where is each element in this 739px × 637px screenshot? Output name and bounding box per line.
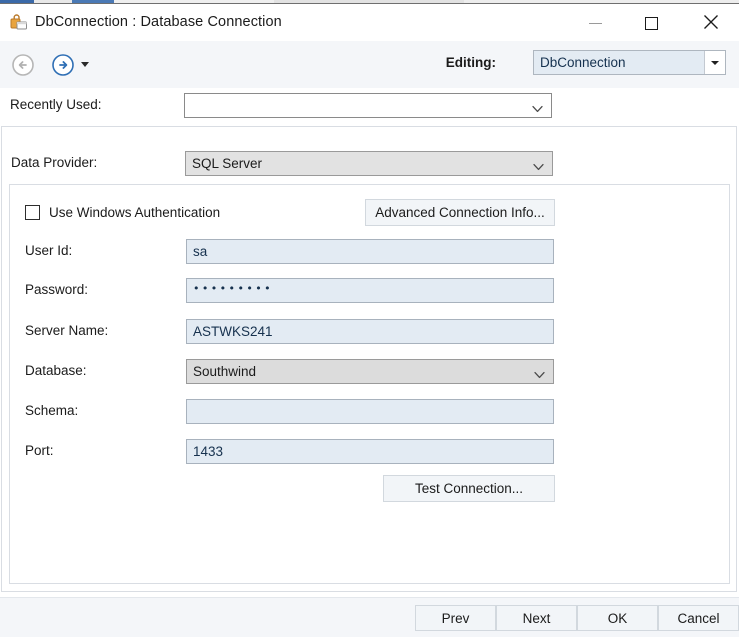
password-input[interactable]: ••••••••• <box>186 278 554 303</box>
dialog-footer: Prev Next OK Cancel <box>0 597 739 637</box>
port-value: 1433 <box>193 444 224 459</box>
back-arrow-icon[interactable] <box>11 53 35 77</box>
maximize-button[interactable] <box>628 4 674 42</box>
window-title: DbConnection : Database Connection <box>35 14 282 30</box>
schema-label: Schema: <box>25 403 79 418</box>
chevron-down-icon <box>711 60 719 65</box>
toolbar: Editing: DbConnection <box>0 41 739 88</box>
user-id-label: User Id: <box>25 243 73 258</box>
connection-settings-panel: Data Provider: SQL Server Use Windows Au… <box>1 126 737 592</box>
password-label: Password: <box>25 282 89 297</box>
database-value: Southwind <box>193 364 257 379</box>
cancel-button[interactable]: Cancel <box>658 605 739 631</box>
database-label: Database: <box>25 363 87 378</box>
minimize-icon <box>588 23 602 24</box>
user-id-value: sa <box>193 244 208 259</box>
editing-label: Editing: <box>445 55 496 70</box>
editing-combo-arrow[interactable] <box>704 51 725 74</box>
server-name-value: ASTWKS241 <box>193 324 273 339</box>
chevron-down-icon <box>534 368 545 379</box>
recently-used-combo[interactable] <box>184 93 552 118</box>
server-name-input[interactable]: ASTWKS241 <box>186 319 554 344</box>
server-name-label: Server Name: <box>25 323 109 338</box>
password-value: ••••••••• <box>193 282 273 295</box>
user-id-input[interactable]: sa <box>186 239 554 264</box>
database-connection-icon <box>10 14 28 32</box>
chevron-down-icon <box>532 102 543 113</box>
minimize-button[interactable] <box>572 4 618 42</box>
close-icon <box>703 14 719 33</box>
ok-button[interactable]: OK <box>577 605 658 631</box>
editing-combo-value: DbConnection <box>540 55 626 70</box>
recently-used-row: Recently Used: <box>0 88 739 124</box>
test-connection-button[interactable]: Test Connection... <box>383 475 555 502</box>
data-provider-value: SQL Server <box>192 156 263 171</box>
schema-input[interactable] <box>186 399 554 424</box>
data-provider-label: Data Provider: <box>11 155 98 170</box>
port-input[interactable]: 1433 <box>186 439 554 464</box>
maximize-icon <box>644 16 658 30</box>
dialog-window: DbConnection : Database Connection Editi… <box>0 0 739 637</box>
use-windows-authentication-checkbox[interactable]: Use Windows Authentication <box>25 205 220 220</box>
advanced-connection-info-button[interactable]: Advanced Connection Info... <box>365 199 555 226</box>
recently-used-label: Recently Used: <box>10 97 102 112</box>
editing-combo[interactable]: DbConnection <box>533 50 726 75</box>
use-windows-authentication-label: Use Windows Authentication <box>49 205 221 220</box>
data-provider-combo[interactable]: SQL Server <box>185 151 553 176</box>
port-label: Port: <box>25 443 54 458</box>
forward-arrow-icon[interactable] <box>51 53 75 77</box>
next-button[interactable]: Next <box>496 605 577 631</box>
sql-server-provider-panel: Use Windows Authentication Advanced Conn… <box>9 184 730 584</box>
database-combo[interactable]: Southwind <box>186 359 554 384</box>
chevron-down-icon <box>533 160 544 171</box>
nav-history-chevron-down-icon[interactable] <box>81 62 89 67</box>
checkbox-box-icon <box>25 205 40 220</box>
title-bar: DbConnection : Database Connection <box>0 3 739 42</box>
close-button[interactable] <box>688 4 734 42</box>
prev-button[interactable]: Prev <box>415 605 496 631</box>
